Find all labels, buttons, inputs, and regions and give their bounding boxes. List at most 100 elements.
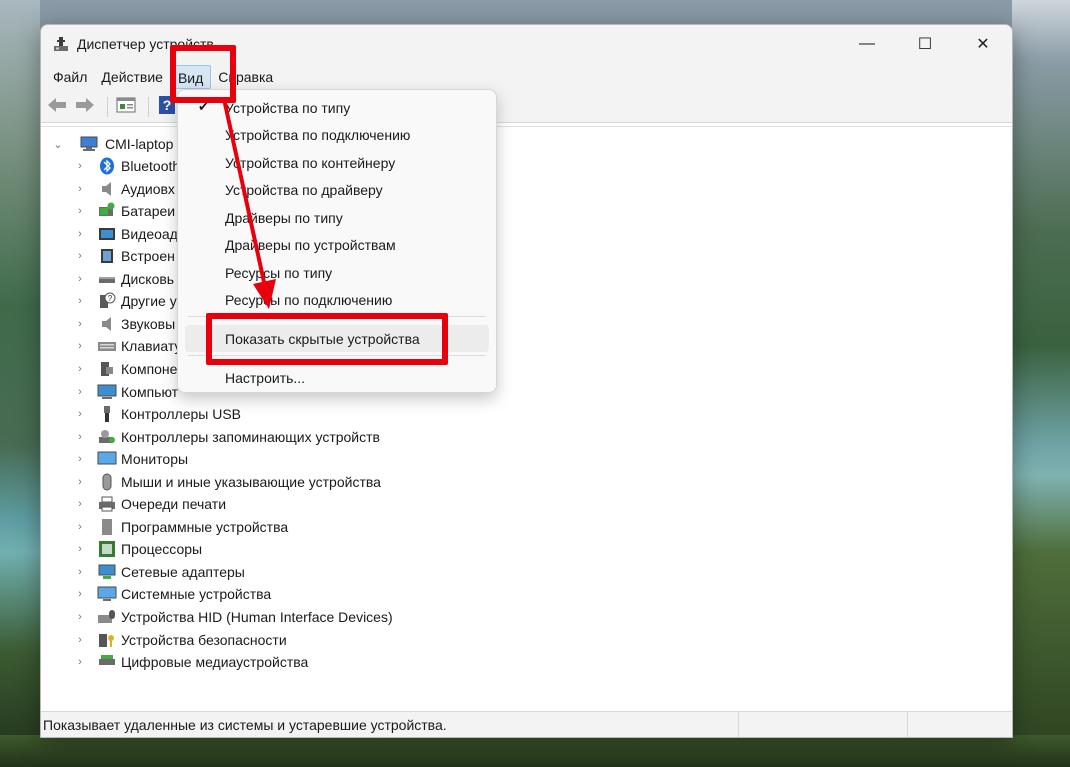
menu-item-devices-by-container[interactable]: Устройства по контейнеру xyxy=(225,150,395,176)
expand-chevron-icon[interactable]: › xyxy=(73,633,87,647)
menu-item-resources-by-connection[interactable]: Ресурсы по подключению xyxy=(225,287,392,313)
desktop-background-right xyxy=(1012,0,1070,767)
tree-category-label: Контроллеры USB xyxy=(121,406,241,423)
expand-chevron-icon[interactable]: › xyxy=(73,655,87,669)
menu-item-drivers-by-device[interactable]: Драйверы по устройствам xyxy=(225,232,396,258)
tree-category-row[interactable]: › Очереди печати xyxy=(73,493,226,515)
expand-chevron-icon[interactable]: › xyxy=(73,587,87,601)
collapse-chevron-icon[interactable]: ⌄ xyxy=(51,137,65,151)
tree-category-row[interactable]: › Процессоры xyxy=(73,538,202,560)
tree-category-row[interactable]: › Сетевые адаптеры xyxy=(73,561,245,583)
toolbar-separator xyxy=(148,96,149,117)
properties-button[interactable] xyxy=(114,95,138,119)
menu-item-customize[interactable]: Настроить... xyxy=(225,365,305,391)
tree-root-label: CMI-laptop xyxy=(105,136,174,152)
status-pane xyxy=(906,711,1012,737)
expand-chevron-icon[interactable]: › xyxy=(73,565,87,579)
menu-file[interactable]: Файл xyxy=(46,65,94,89)
tree-category-row[interactable]: › Батареи xyxy=(73,200,175,222)
expand-chevron-icon[interactable]: › xyxy=(73,227,87,241)
tree-category-label: Компоне xyxy=(121,360,178,377)
tree-category-label: Аудиовх xyxy=(121,180,175,197)
expand-chevron-icon[interactable]: › xyxy=(73,520,87,534)
expand-chevron-icon[interactable]: › xyxy=(73,339,87,353)
tree-category-label: Контроллеры запоминающих устройств xyxy=(121,428,380,445)
computer-icon xyxy=(97,382,117,402)
battery-icon xyxy=(97,201,117,221)
tree-category-label: Компьют xyxy=(121,383,179,400)
expand-chevron-icon[interactable]: › xyxy=(73,385,87,399)
window-controls: — ☐ ✕ xyxy=(838,25,1012,63)
expand-chevron-icon[interactable]: › xyxy=(73,182,87,196)
tree-category-row[interactable]: › Контроллеры USB xyxy=(73,403,241,425)
hid-icon xyxy=(97,607,117,627)
tree-category-label: Устройства HID (Human Interface Devices) xyxy=(121,609,393,625)
expand-chevron-icon[interactable]: › xyxy=(73,407,87,421)
tree-category-row[interactable]: › Клавиату xyxy=(73,335,181,357)
close-icon: ✕ xyxy=(976,36,990,53)
tree-category-row[interactable]: › Цифровые медиаустройства xyxy=(73,651,308,673)
expand-chevron-icon[interactable]: › xyxy=(73,497,87,511)
expand-chevron-icon[interactable]: › xyxy=(73,204,87,218)
back-icon xyxy=(47,97,67,116)
tree-category-label: Встроен xyxy=(121,248,175,265)
expand-chevron-icon[interactable]: › xyxy=(73,610,87,624)
tree-category-label: Мыши и иные указывающие устройства xyxy=(121,473,381,490)
annotation-highlight-view-menu xyxy=(170,45,236,103)
tree-category-label: Дисковь xyxy=(121,270,175,287)
tree-category-row[interactable]: › Мыши и иные указывающие устройства xyxy=(73,471,381,493)
expand-chevron-icon[interactable]: › xyxy=(73,249,87,263)
expand-chevron-icon[interactable]: › xyxy=(73,159,87,173)
tree-category-row[interactable]: › Системные устройства xyxy=(73,583,271,605)
tree-category-row[interactable]: ›? Другие у xyxy=(73,290,177,312)
expand-chevron-icon[interactable]: › xyxy=(73,452,87,466)
expand-chevron-icon[interactable]: › xyxy=(73,542,87,556)
tree-category-row[interactable]: › Дисковь xyxy=(73,268,174,290)
mouse-icon xyxy=(97,472,117,492)
properties-icon xyxy=(116,96,136,117)
menu-item-devices-by-type[interactable]: Устройства по типу xyxy=(225,95,350,121)
tree-category-label: Программные устройства xyxy=(121,518,289,535)
processor-icon xyxy=(97,539,117,559)
tree-root-row[interactable]: ⌄ CMI-laptop xyxy=(51,133,173,155)
desktop-background-bottom xyxy=(0,735,1070,767)
tree-category-row[interactable]: › Контроллеры запоминающих устройств xyxy=(73,426,380,448)
menu-item-resources-by-type[interactable]: Ресурсы по типу xyxy=(225,260,332,286)
tree-category-label: Цифровые медиаустройства xyxy=(121,654,309,671)
tree-category-row[interactable]: › Устройства HID (Human Interface Devices… xyxy=(73,606,393,628)
software-device-icon xyxy=(97,517,117,537)
minimize-button[interactable]: — xyxy=(838,25,896,63)
back-button[interactable] xyxy=(45,95,69,119)
menu-item-devices-by-connection[interactable]: Устройства по подключению xyxy=(225,122,410,148)
tree-category-label: Процессоры xyxy=(121,541,203,558)
menu-item-drivers-by-type[interactable]: Драйверы по типу xyxy=(225,205,343,231)
expand-chevron-icon[interactable]: › xyxy=(73,362,87,376)
tree-category-row[interactable]: › Программные устройства xyxy=(73,516,288,538)
tree-category-label: Мониторы xyxy=(121,451,189,468)
tree-category-row[interactable]: › Аудиовх xyxy=(73,178,175,200)
menu-action[interactable]: Действие xyxy=(94,65,170,89)
tree-category-row[interactable]: › Видеоад xyxy=(73,223,178,245)
expand-chevron-icon[interactable]: › xyxy=(73,272,87,286)
expand-chevron-icon[interactable]: › xyxy=(73,294,87,308)
expand-chevron-icon[interactable]: › xyxy=(73,430,87,444)
tree-category-row[interactable]: › Устройства безопасности xyxy=(73,629,287,651)
tree-category-label: Видеоад xyxy=(121,225,178,242)
tree-category-row[interactable]: › Мониторы xyxy=(73,448,188,470)
tree-category-label: Очереди печати xyxy=(121,496,227,513)
tree-category-row[interactable]: › Компоне xyxy=(73,358,177,380)
tree-category-row[interactable]: › Встроен xyxy=(73,245,175,267)
forward-button[interactable] xyxy=(73,95,97,119)
maximize-icon: ☐ xyxy=(917,36,933,53)
tree-category-row[interactable]: › Bluetooth xyxy=(73,155,180,177)
expand-chevron-icon[interactable]: › xyxy=(73,475,87,489)
menu-item-devices-by-driver[interactable]: Устройства по драйверу xyxy=(225,177,383,203)
expand-chevron-icon[interactable]: › xyxy=(73,317,87,331)
tree-category-row[interactable]: › Компьют xyxy=(73,381,178,403)
toolbar-separator xyxy=(107,96,108,117)
tree-category-label: Устройства безопасности xyxy=(121,631,287,648)
tree-category-row[interactable]: › Звуковы xyxy=(73,313,175,335)
close-button[interactable]: ✕ xyxy=(954,25,1012,63)
status-pane xyxy=(738,711,907,737)
maximize-button[interactable]: ☐ xyxy=(896,25,954,63)
